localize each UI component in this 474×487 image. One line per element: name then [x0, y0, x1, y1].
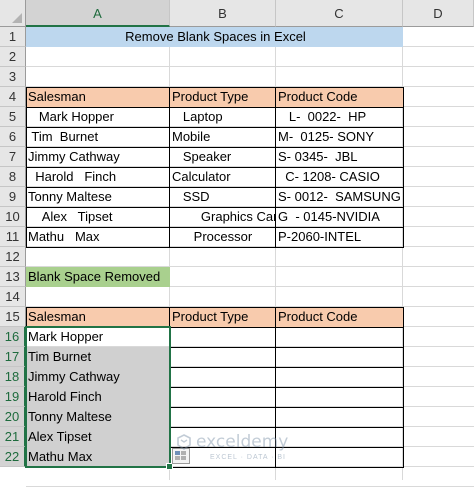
row-header-14[interactable]: 14: [0, 287, 26, 307]
table2-name-cell[interactable]: Harold Finch: [26, 387, 170, 407]
exceldemy-logo-icon: [177, 434, 191, 450]
row-header-6[interactable]: 6: [0, 127, 26, 147]
table2-name-cell[interactable]: Tonny Maltese: [26, 407, 170, 427]
table2-empty-cell[interactable]: [170, 327, 276, 347]
table1-cell[interactable]: Tonny Maltese: [26, 187, 170, 207]
table1-cell[interactable]: P-2060-INTEL: [276, 227, 403, 247]
column-header-b[interactable]: B: [170, 0, 276, 27]
blank-space-removed-label[interactable]: Blank Space Removed: [26, 267, 170, 287]
row-header-17[interactable]: 17: [0, 347, 26, 367]
column-header-d[interactable]: D: [403, 0, 474, 27]
table1-cell[interactable]: Speaker: [170, 147, 276, 167]
column-header-c[interactable]: C: [276, 0, 403, 27]
table1-cell[interactable]: Mathu Max: [26, 227, 170, 247]
table2-name-cell[interactable]: Mark Hopper: [26, 327, 170, 347]
column-header-a[interactable]: A: [26, 0, 170, 27]
table2-empty-cell[interactable]: [276, 367, 403, 387]
table2-header-salesman[interactable]: Salesman: [26, 307, 170, 327]
table1-cell[interactable]: Laptop: [170, 107, 276, 127]
table1-cell[interactable]: S- 0012- SAMSUNG: [276, 187, 403, 207]
table2-header-product-type[interactable]: Product Type: [170, 307, 276, 327]
sheet-title[interactable]: Remove Blank Spaces in Excel: [26, 27, 403, 47]
row-header-15[interactable]: 15: [0, 307, 26, 327]
watermark-brand: exceldemy: [196, 432, 289, 452]
table1-cell[interactable]: Graphics Card: [170, 207, 276, 227]
table1-cell[interactable]: S- 0345- JBL: [276, 147, 403, 167]
exceldemy-watermark: exceldemy: [176, 432, 288, 452]
row-header-11[interactable]: 11: [0, 227, 26, 247]
table2-empty-cell[interactable]: [276, 427, 403, 447]
table1-header-product-type[interactable]: Product Type: [170, 87, 276, 107]
fill-handle[interactable]: [166, 463, 173, 470]
table2-empty-cell[interactable]: [276, 407, 403, 427]
table1-cell[interactable]: SSD: [170, 187, 276, 207]
table1-header-product-code[interactable]: Product Code: [276, 87, 403, 107]
row-header-18[interactable]: 18: [0, 367, 26, 387]
row-header-20[interactable]: 20: [0, 407, 26, 427]
table2-name-cell[interactable]: Alex Tipset: [26, 427, 170, 447]
table1-cell[interactable]: Processor: [170, 227, 276, 247]
table2-empty-cell[interactable]: [170, 347, 276, 367]
table1-cell[interactable]: Calculator: [170, 167, 276, 187]
row-header-21[interactable]: 21: [0, 427, 26, 447]
table1-cell[interactable]: L- 0022- HP: [276, 107, 403, 127]
row-header-9[interactable]: 9: [0, 187, 26, 207]
row-header-1[interactable]: 1: [0, 27, 26, 47]
row-header-2[interactable]: 2: [0, 47, 26, 67]
table1-cell[interactable]: G - 0145-NVIDIA: [276, 207, 403, 227]
spreadsheet-grid: A B C D 1 2 3 4 5 6 7 8 9 10 11 12 13 14 15 16 17 18 19 20 2…: [0, 0, 474, 487]
row-header-3[interactable]: 3: [0, 67, 26, 87]
table2-empty-cell[interactable]: [276, 447, 403, 467]
row-header-12[interactable]: 12: [0, 247, 26, 267]
table2-header-product-code[interactable]: Product Code: [276, 307, 403, 327]
table2-empty-cell[interactable]: [170, 367, 276, 387]
table2-empty-cell[interactable]: [276, 387, 403, 407]
row-header-13[interactable]: 13: [0, 267, 26, 287]
row-header-8[interactable]: 8: [0, 167, 26, 187]
table1-cell[interactable]: C- 1208- CASIO: [276, 167, 403, 187]
table1-cell[interactable]: Mobile: [170, 127, 276, 147]
table1-cell[interactable]: Harold Finch: [26, 167, 170, 187]
table1-cell[interactable]: Jimmy Cathway: [26, 147, 170, 167]
table2-empty-cell[interactable]: [170, 387, 276, 407]
row-header-19[interactable]: 19: [0, 387, 26, 407]
table1-cell[interactable]: Mark Hopper: [26, 107, 170, 127]
table1-cell[interactable]: M- 0125- SONY: [276, 127, 403, 147]
watermark-tagline: EXCEL · DATA · BI: [210, 454, 286, 461]
table1-cell[interactable]: Alex Tipset: [26, 207, 170, 227]
table2-empty-cell[interactable]: [170, 407, 276, 427]
table2-name-cell[interactable]: Tim Burnet: [26, 347, 170, 367]
row-header-7[interactable]: 7: [0, 147, 26, 167]
table2-name-cell[interactable]: Mathu Max: [26, 447, 170, 467]
table1-header-salesman[interactable]: Salesman: [26, 87, 170, 107]
row-header-5[interactable]: 5: [0, 107, 26, 127]
table2-empty-cell[interactable]: [276, 347, 403, 367]
table2-empty-cell[interactable]: [276, 327, 403, 347]
row-header-22[interactable]: 22: [0, 447, 26, 467]
table2-name-cell[interactable]: Jimmy Cathway: [26, 367, 170, 387]
row-header-10[interactable]: 10: [0, 207, 26, 227]
table1-cell[interactable]: Tim Burnet: [26, 127, 170, 147]
row-header-16[interactable]: 16: [0, 327, 26, 347]
select-all-corner[interactable]: [0, 0, 26, 27]
row-header-4[interactable]: 4: [0, 87, 26, 107]
